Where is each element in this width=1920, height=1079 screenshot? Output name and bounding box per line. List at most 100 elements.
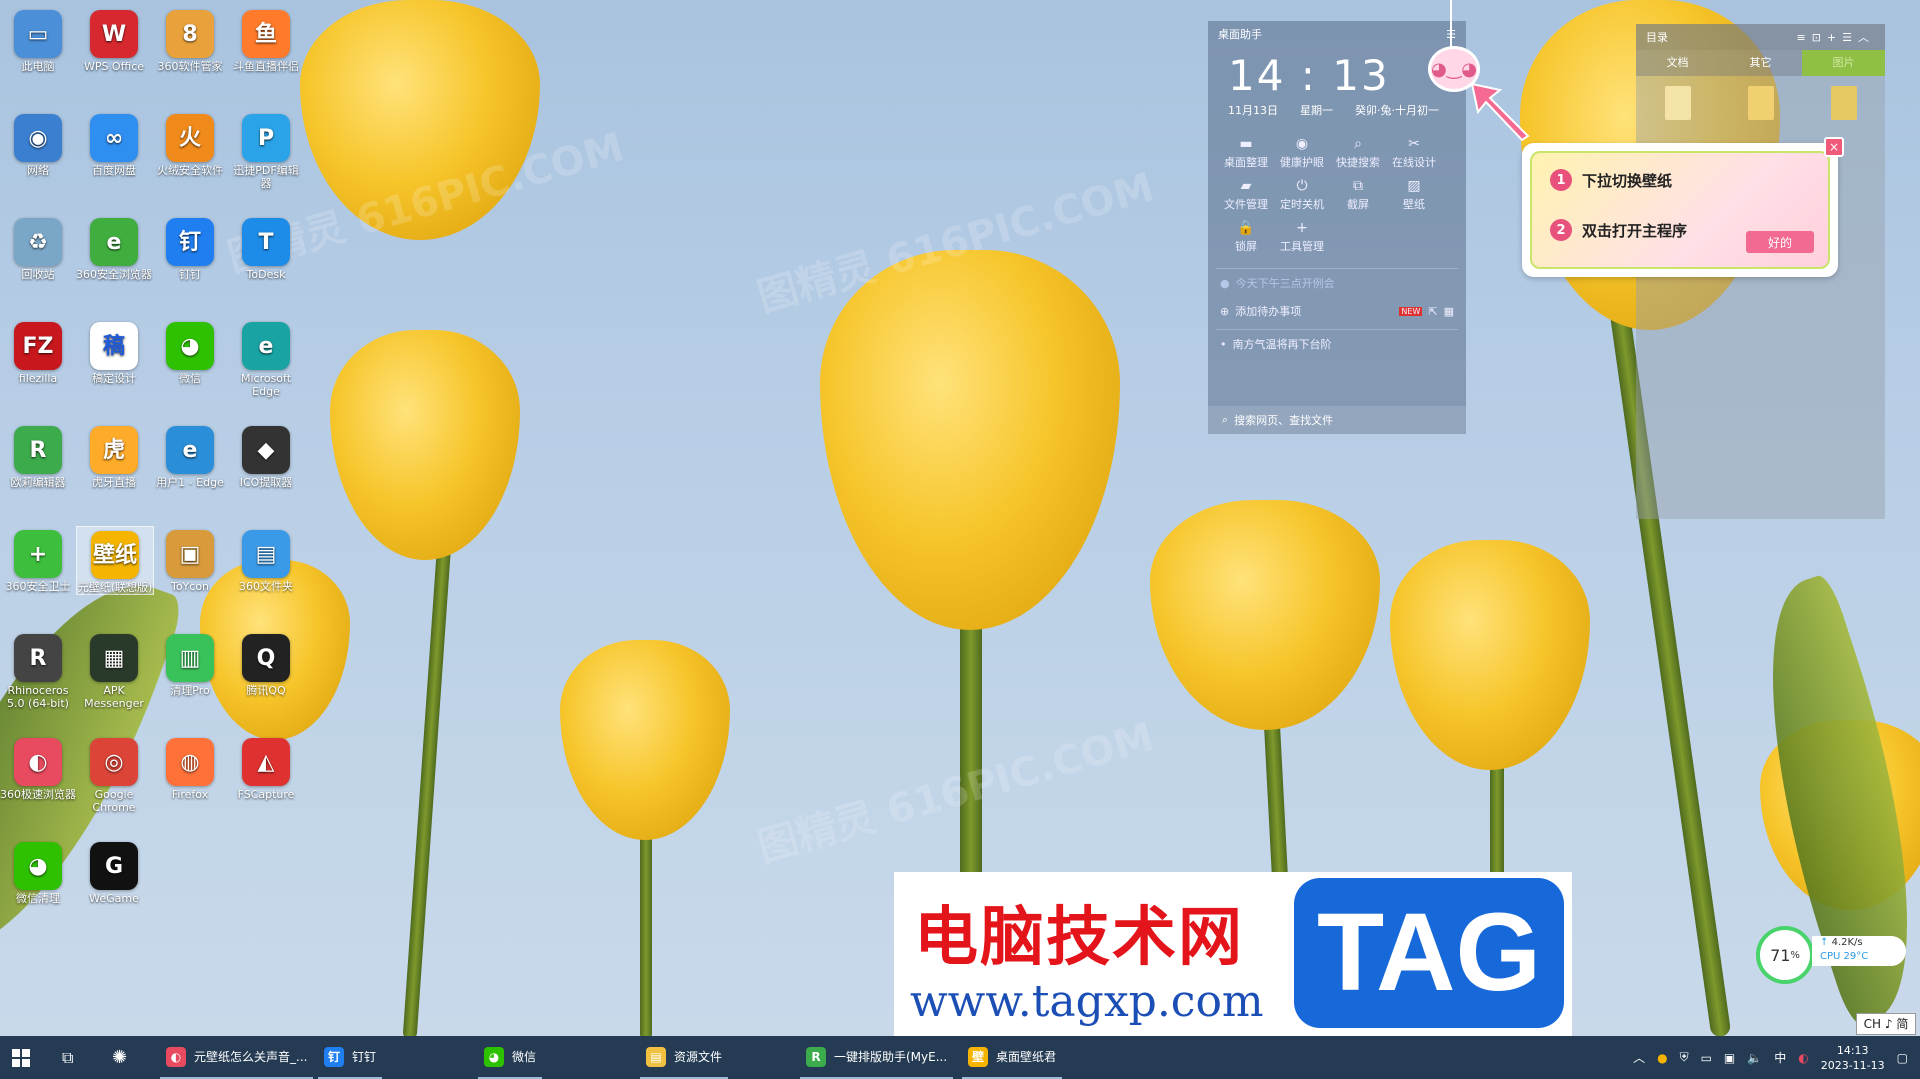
desktop-icon[interactable]: ◕ 微信 — [152, 318, 228, 385]
helper-tool[interactable]: ▬ 桌面整理 — [1218, 136, 1274, 170]
desktop-icon[interactable]: ◎ Google Chrome — [76, 734, 152, 814]
desktop-icon[interactable]: ◭ FSCapture — [228, 734, 304, 801]
windows-icon — [12, 1048, 30, 1067]
desktop-icon[interactable]: ◆ ICO提取器 — [228, 422, 304, 489]
qr-icon[interactable]: ▦ — [1444, 305, 1454, 318]
desktop-icon[interactable]: ▤ 360文件夹 — [228, 526, 304, 593]
desktop-icon-label: FSCapture — [237, 788, 295, 801]
app-icon: 8 — [166, 10, 214, 58]
tool-icon: ▰ — [1240, 178, 1252, 194]
taskbar-app[interactable]: 壁桌面壁纸君 — [962, 1036, 1063, 1079]
helper-tool[interactable]: ▨ 壁纸 — [1386, 178, 1442, 212]
desktop-icon[interactable]: T ToDesk — [228, 214, 304, 281]
taskbar-app-label: 微信 — [512, 1050, 537, 1064]
desktop-icon[interactable]: ∞ 百度网盘 — [76, 110, 152, 177]
desktop-icon[interactable]: 鱼斗鱼直播伴侣 — [228, 6, 304, 73]
add-todo-button[interactable]: ⊕ 添加待办事项 NEW ⇱ ▦ — [1208, 297, 1466, 325]
network-icon[interactable]: ▣ — [1724, 1051, 1735, 1065]
helper-tool[interactable]: ▰ 文件管理 — [1218, 178, 1274, 212]
file-icon[interactable] — [1664, 86, 1691, 120]
helper-tool[interactable]: ◉ 健康护眼 — [1274, 136, 1330, 170]
desktop-icon[interactable]: 稿稿定设计 — [76, 318, 152, 385]
desktop-icon[interactable]: ▦ APK Messenger — [76, 630, 152, 710]
helper-tool[interactable]: + 工具管理 — [1274, 220, 1330, 254]
shield-icon[interactable]: ⛨ — [1680, 1050, 1689, 1065]
start-button[interactable] — [6, 1036, 36, 1079]
desktop-icon[interactable]: ▥ 清理Pro — [152, 630, 228, 697]
ok-button[interactable]: 好的 — [1746, 231, 1814, 253]
taskbar-app-icon: 钉 — [324, 1046, 344, 1067]
taskbar-clock[interactable]: 14:13 2023-11-13 — [1821, 1043, 1885, 1073]
browser-tray-icon[interactable]: ◐ — [1798, 1051, 1808, 1065]
helper-tool[interactable]: ⧉ 截屏 — [1330, 178, 1386, 212]
taskbar-app[interactable]: ◕ 微信 — [478, 1036, 543, 1079]
lock-icon[interactable]: ⊡ — [1812, 31, 1827, 44]
tab-images[interactable]: 图片 — [1802, 50, 1885, 76]
share-icon[interactable]: ⇱ — [1428, 305, 1437, 318]
file-icon[interactable] — [1747, 86, 1774, 120]
desktop-icon[interactable]: ▭ 此电脑 — [0, 6, 76, 73]
desktop-icon-label: 360安全卫士 — [5, 580, 71, 593]
helper-search-input[interactable]: ⌕ 搜索网页、查找文件 — [1208, 406, 1466, 434]
input-language[interactable]: 中 — [1774, 1049, 1786, 1066]
app-launcher-button[interactable]: ✺ — [106, 1036, 133, 1079]
app-icon: P — [242, 114, 290, 162]
desktop-icon[interactable]: 火火绒安全软件 — [152, 110, 228, 177]
app-icon: ▣ — [166, 530, 214, 578]
todo-item[interactable]: ● 今天下午三点开例会 — [1208, 269, 1466, 297]
file-icon[interactable] — [1830, 86, 1857, 120]
desktop-icon[interactable]: Q 腾讯QQ — [228, 630, 304, 697]
collapse-icon[interactable]: ︿ — [1858, 31, 1875, 44]
close-icon[interactable]: × — [1824, 137, 1844, 157]
desktop-icon[interactable]: e 360安全浏览器 — [76, 214, 152, 281]
taskbar-app[interactable]: ▤ 资源文件 — [640, 1036, 729, 1079]
app-icon: FZ — [14, 322, 62, 370]
volume-icon[interactable]: 🔈 — [1747, 1051, 1762, 1065]
chevron-up-icon[interactable]: ︿ — [1633, 1049, 1645, 1066]
desktop-icon[interactable]: 钉钉钉 — [152, 214, 228, 281]
helper-tool[interactable]: 🔒 锁屏 — [1218, 220, 1274, 254]
taskbar-app[interactable]: R 一键排版助手(MyE... — [800, 1036, 954, 1079]
desktop-icon[interactable]: W WPS Office — [76, 6, 152, 73]
desktop-icon[interactable]: ◕ 微信清理 — [0, 838, 76, 905]
desktop-icon[interactable]: ◍ Firefox — [152, 734, 228, 801]
desktop-icon[interactable]: ◉ 网络 — [0, 110, 76, 177]
add-icon[interactable]: + — [1827, 31, 1842, 44]
helper-tool[interactable]: ⌕ 快捷搜索 — [1330, 136, 1386, 170]
taskbar-app[interactable]: 钉钉钉 — [318, 1036, 383, 1079]
tab-other[interactable]: 其它 — [1719, 50, 1802, 76]
notification-icon[interactable]: ▢ — [1897, 1051, 1908, 1065]
menu-icon[interactable]: ☰ — [1842, 31, 1858, 44]
desktop-icon[interactable]: e Microsoft Edge — [228, 318, 304, 398]
desktop-icon[interactable]: 8 360软件管家 — [152, 6, 228, 73]
desktop-icon[interactable]: R 欧莉编辑器 — [0, 422, 76, 489]
weather-tip[interactable]: • 南方气温将再下台阶 — [1208, 330, 1466, 358]
list-icon[interactable]: ≡ — [1796, 31, 1811, 44]
desktop-icon-label: 用户1 - Edge — [156, 476, 224, 489]
tool-label: 桌面整理 — [1224, 156, 1268, 169]
desktop-icon-label: 360安全浏览器 — [76, 268, 152, 281]
desktop-icon[interactable]: FZ filezilla — [0, 318, 76, 385]
helper-tool[interactable]: ✂ 在线设计 — [1386, 136, 1442, 170]
desktop-icon[interactable]: 壁纸 元壁纸(联想版) — [76, 526, 154, 595]
desktop-icon[interactable]: +360安全卫士 — [0, 526, 76, 593]
desktop-icon[interactable]: e 用户1 - Edge — [152, 422, 228, 489]
ime-indicator[interactable]: CH ♪ 简 — [1856, 1013, 1916, 1035]
task-view-button[interactable]: ⧉ — [56, 1036, 79, 1079]
app-icon: W — [90, 10, 138, 58]
desktop-icon[interactable]: P 迅捷PDF编辑器 — [228, 110, 304, 190]
taskbar-app[interactable]: ◐ 元壁纸怎么关声音_... — [160, 1036, 314, 1079]
desktop-icon[interactable]: ◐ 360极速浏览器 — [0, 734, 76, 801]
desktop-icon[interactable]: ▣ ToYcon — [152, 526, 228, 593]
desktop-icon[interactable]: G WeGame — [76, 838, 152, 905]
tab-documents[interactable]: 文档 — [1636, 50, 1719, 76]
desktop-icon[interactable]: 虎虎牙直播 — [76, 422, 152, 489]
desktop-icon[interactable]: ♻ 回收站 — [0, 214, 76, 281]
helper-tool[interactable]: ⏻ 定时关机 — [1274, 178, 1330, 212]
system-monitor[interactable]: 71% ↑ 4.2K/s CPU 29°C — [1756, 922, 1906, 984]
display-icon[interactable]: ▭ — [1701, 1051, 1712, 1065]
app-icon: 钉 — [166, 218, 214, 266]
tray-app-icon[interactable]: ● — [1657, 1051, 1667, 1065]
tool-label: 锁屏 — [1235, 240, 1257, 253]
desktop-icon[interactable]: R Rhinoceros 5.0 (64-bit) — [0, 630, 76, 710]
